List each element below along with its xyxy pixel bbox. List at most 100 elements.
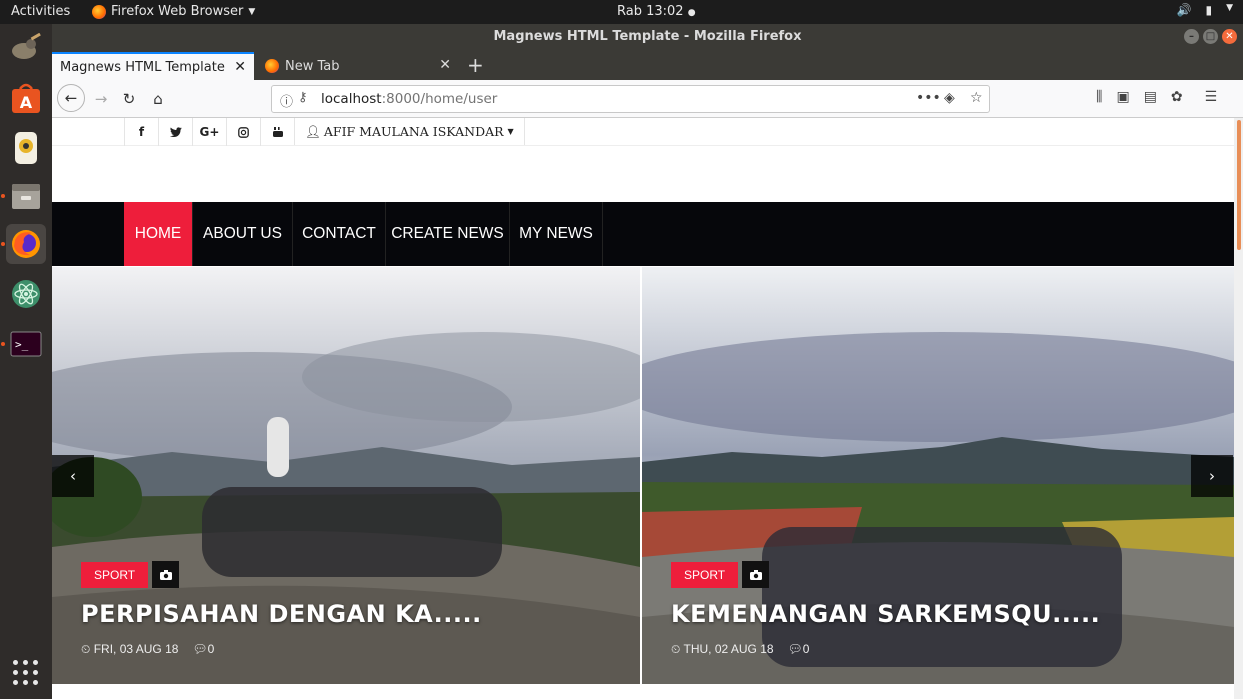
user-menu[interactable]: 👤︎ AFIF MAULANA ISKANDAR ▼ xyxy=(294,118,525,145)
firefox-icon xyxy=(265,59,279,73)
user-name: AFIF MAULANA ISKANDAR xyxy=(323,124,504,139)
page-actions-icon[interactable]: ••• xyxy=(916,90,941,106)
news-headline[interactable]: PERPISAHAN DENGAN KA..... xyxy=(81,600,482,628)
url-text: localhost:8000/home/user xyxy=(321,91,498,107)
firefox-icon xyxy=(92,4,106,19)
dock-files[interactable] xyxy=(6,176,46,216)
news-date: ⏲ THU, 02 AUG 18 xyxy=(671,642,774,656)
system-tray[interactable]: 🔊 ▮ ▼ xyxy=(1177,3,1233,17)
activities-button[interactable]: Activities xyxy=(11,4,70,19)
slider-next-button[interactable]: › xyxy=(1191,455,1233,497)
dock-firefox[interactable] xyxy=(6,224,46,264)
clock[interactable]: Rab 13:02 ● xyxy=(617,4,696,19)
back-button[interactable]: ← xyxy=(57,84,85,112)
web-page: f G+ 👤︎ AFIF MAULANA ISKANDAR ▼ HOME ABO… xyxy=(52,118,1234,699)
close-tab-icon[interactable]: ✕ xyxy=(234,59,246,75)
volume-icon: 🔊 xyxy=(1176,3,1192,17)
camera-icon xyxy=(742,561,770,588)
info-icon[interactable]: ⓘ xyxy=(280,91,293,110)
atom-icon xyxy=(12,280,40,308)
news-slide[interactable]: SPORT KEMENANGAN SARKEMSQU..... ⏲ THU, 0… xyxy=(642,267,1234,684)
software-center-icon: A xyxy=(12,83,40,113)
main-menu: HOME ABOUT US CONTACT CREATE NEWS MY NEW… xyxy=(52,202,1234,266)
pocket-icon[interactable]: ◈ xyxy=(944,90,955,106)
running-indicator xyxy=(1,194,5,198)
instagram-icon[interactable] xyxy=(226,118,260,146)
ubuntu-dock: A >_ xyxy=(0,24,52,699)
news-headline[interactable]: KEMENANGAN SARKEMSQU..... xyxy=(671,600,1100,628)
menu-item-my-news[interactable]: MY NEWS xyxy=(510,202,603,266)
comment-icon: 💬︎ xyxy=(192,642,208,656)
chevron-down-icon: ▼ xyxy=(1226,3,1233,13)
menu-item-contact[interactable]: CONTACT xyxy=(293,202,386,266)
menu-icon[interactable]: ☰ xyxy=(1205,89,1218,105)
window-title: Magnews HTML Template - Mozilla Firefox xyxy=(493,29,802,44)
battery-icon: ▮ xyxy=(1205,3,1213,17)
app-menu-label: Firefox Web Browser xyxy=(111,4,244,19)
twitter-icon[interactable] xyxy=(158,118,192,146)
home-button[interactable]: ⌂ xyxy=(146,87,170,111)
svg-text:A: A xyxy=(20,93,33,112)
menu-item-about-us[interactable]: ABOUT US xyxy=(193,202,293,266)
running-indicator xyxy=(1,242,5,246)
extension-icon[interactable]: ✿ xyxy=(1171,89,1183,105)
window-titlebar[interactable]: Magnews HTML Template - Mozilla Firefox … xyxy=(52,24,1243,50)
news-comments: 💬︎0 xyxy=(192,642,215,656)
camera-icon xyxy=(152,561,180,588)
dock-atom[interactable] xyxy=(6,274,46,314)
show-applications-button[interactable] xyxy=(13,660,39,686)
svg-text:>_: >_ xyxy=(15,338,29,351)
user-icon: 👤︎ xyxy=(305,123,321,139)
files-icon xyxy=(12,184,40,209)
key-icon: ⚷ xyxy=(298,90,308,105)
bookmark-star-icon[interactable]: ☆ xyxy=(970,90,983,106)
slide-caption: SPORT KEMENANGAN SARKEMSQU..... ⏲ THU, 0… xyxy=(671,561,1100,657)
app-menu[interactable]: Firefox Web Browser ▼ xyxy=(92,4,255,19)
gimp-icon xyxy=(12,33,41,59)
page-scrollbar[interactable] xyxy=(1234,118,1243,699)
google-plus-icon[interactable]: G+ xyxy=(192,118,226,146)
close-tab-icon[interactable]: ✕ xyxy=(439,57,451,73)
dock-rhythmbox[interactable] xyxy=(6,128,46,168)
menu-item-create-news[interactable]: CREATE NEWS xyxy=(386,202,510,266)
menu-item-home[interactable]: HOME xyxy=(124,202,193,266)
terminal-icon: >_ xyxy=(10,331,42,357)
firefox-icon xyxy=(12,230,40,258)
reader-icon[interactable]: ▤ xyxy=(1144,89,1157,105)
system-top-bar: Activities Firefox Web Browser ▼ Rab 13:… xyxy=(0,0,1243,24)
dock-software[interactable]: A xyxy=(6,79,46,119)
category-badge[interactable]: SPORT xyxy=(81,561,149,588)
navigation-toolbar: ← → ↻ ⌂ ⓘ ⚷ localhost:8000/home/user •••… xyxy=(52,80,1243,118)
rhythmbox-icon xyxy=(15,132,37,164)
slider-prev-button[interactable]: ‹ xyxy=(52,455,94,497)
running-indicator xyxy=(1,342,5,346)
library-icon[interactable]: ⫼ xyxy=(1096,89,1102,105)
new-tab-button[interactable]: + xyxy=(467,53,484,77)
dock-gimp[interactable] xyxy=(6,28,46,68)
tab-magnews[interactable]: Magnews HTML Template ✕ xyxy=(52,52,254,80)
tab-label: New Tab xyxy=(285,58,340,74)
social-bar: f G+ 👤︎ AFIF MAULANA ISKANDAR ▼ xyxy=(124,118,525,146)
reload-button[interactable]: ↻ xyxy=(117,87,141,111)
close-window-button[interactable]: ✕ xyxy=(1222,29,1237,44)
youtube-icon[interactable] xyxy=(260,118,294,146)
facebook-icon[interactable]: f xyxy=(124,118,158,146)
news-comments: 💬︎0 xyxy=(787,642,810,656)
category-badge[interactable]: SPORT xyxy=(671,561,739,588)
minimize-button[interactable]: – xyxy=(1184,29,1199,44)
comment-icon: 💬︎ xyxy=(787,642,803,656)
chevron-down-icon: ▼ xyxy=(248,6,256,17)
tab-strip: Magnews HTML Template ✕ New Tab ✕ + xyxy=(52,50,1243,80)
tab-new-tab[interactable]: New Tab ✕ xyxy=(257,52,459,80)
news-slide[interactable]: SPORT PERPISAHAN DENGAN KA..... ⏲ FRI, 0… xyxy=(52,267,640,684)
news-date: ⏲ FRI, 03 AUG 18 xyxy=(81,642,179,656)
clock-icon: ⏲ xyxy=(81,642,91,656)
sidebar-icon[interactable]: ▣ xyxy=(1116,89,1129,105)
caret-down-icon: ▼ xyxy=(507,127,514,136)
tab-label: Magnews HTML Template xyxy=(60,59,225,75)
clock-icon: ⏲ xyxy=(671,642,681,656)
maximize-button[interactable]: □ xyxy=(1203,29,1218,44)
forward-button[interactable]: → xyxy=(89,87,113,111)
url-bar[interactable]: ⓘ ⚷ localhost:8000/home/user ••• ◈ ☆ xyxy=(271,85,990,113)
dock-terminal[interactable]: >_ xyxy=(6,324,46,364)
